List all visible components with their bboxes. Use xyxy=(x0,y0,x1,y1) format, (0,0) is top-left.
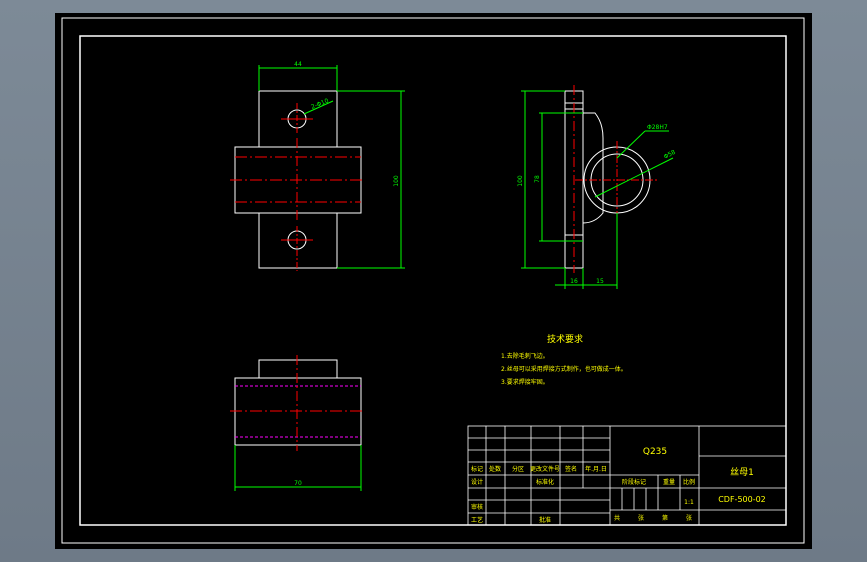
inner-frame xyxy=(79,35,787,526)
label-sheets: 共 xyxy=(614,514,620,522)
tech-note-3: 3.要求焊接牢固。 xyxy=(501,378,549,386)
drawing-sheet: 44 100 2-Φ10 100 78 16 15 Φ28H7 Φ58 70 技… xyxy=(61,17,805,544)
label-sheet-of: 张 xyxy=(638,514,644,522)
dim-bore-outer: Φ58 xyxy=(663,149,677,161)
dim-front-height: 100 xyxy=(393,175,400,187)
label-stage: 阶段标记 xyxy=(622,478,646,486)
dim-front-width: 44 xyxy=(294,61,302,68)
tech-note-2: 2.丝母可以采用焊接方式制作，也可做成一体。 xyxy=(501,365,627,373)
cad-viewport[interactable]: 44 100 2-Φ10 100 78 16 15 Φ28H7 Φ58 70 技… xyxy=(55,13,812,549)
label-signature: 签名 xyxy=(565,465,577,473)
label-weight: 重量 xyxy=(663,478,675,486)
label-standardize: 标准化 xyxy=(536,478,554,486)
tech-note-1: 1.去除毛刺飞边。 xyxy=(501,352,549,360)
label-design: 设计 xyxy=(471,478,483,486)
dim-side-height: 100 xyxy=(517,175,524,187)
label-sheet-end: 张 xyxy=(686,514,692,522)
dim-hole-callout: 2-Φ10 xyxy=(310,97,330,110)
dim-bore-fit: Φ28H7 xyxy=(647,124,668,131)
part-name: 丝母1 xyxy=(730,466,754,478)
label-marks: 标记 xyxy=(471,465,483,473)
label-process: 工艺 xyxy=(471,516,483,524)
label-change-doc: 更改文件号 xyxy=(530,465,560,473)
label-check: 审核 xyxy=(471,503,483,511)
outer-border xyxy=(61,17,805,544)
label-count: 处数 xyxy=(489,465,501,473)
drawing-number: CDF-500-02 xyxy=(718,495,766,504)
material: Q235 xyxy=(643,447,667,457)
label-scale: 比例 xyxy=(683,478,695,486)
dim-boss-offset: 15 xyxy=(596,278,604,285)
label-zone: 分区 xyxy=(512,465,524,473)
label-date: 年.月.日 xyxy=(585,465,607,473)
top-view: 70 xyxy=(230,355,365,491)
technical-requirements: 技术要求 1.去除毛刺飞边。 2.丝母可以采用焊接方式制作，也可做成一体。 3.… xyxy=(501,333,627,386)
tech-title: 技术要求 xyxy=(547,333,583,345)
front-view: 44 100 2-Φ10 xyxy=(230,61,405,271)
side-view: 100 78 16 15 Φ28H7 Φ58 xyxy=(517,85,677,289)
dim-flange-thickness: 16 xyxy=(570,278,578,285)
title-block-text: Q235 丝母1 CDF-500-02 1:1 标记 处数 分区 更改文件号 签… xyxy=(471,447,766,524)
dim-top-width: 70 xyxy=(294,480,302,487)
scale-value: 1:1 xyxy=(684,499,694,506)
label-sheet-no: 第 xyxy=(662,514,668,522)
label-approve: 批准 xyxy=(539,516,551,524)
dim-side-inner: 78 xyxy=(534,175,541,183)
